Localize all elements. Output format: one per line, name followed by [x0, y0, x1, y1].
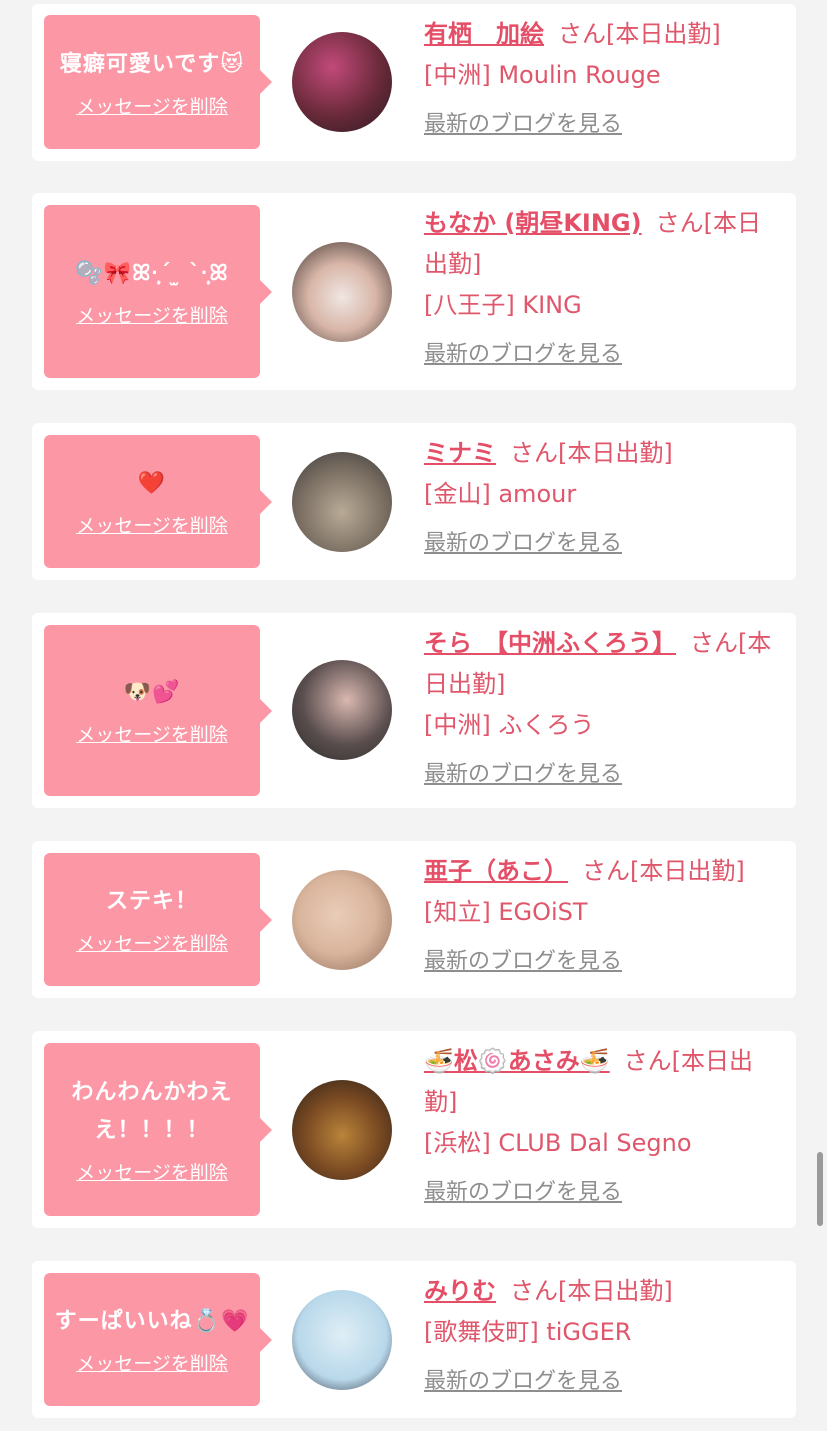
- avatar[interactable]: [292, 870, 392, 970]
- cast-name-link[interactable]: もなか (朝昼KING): [424, 209, 642, 237]
- message-text: 🐶💕: [123, 680, 181, 705]
- cast-status: さん[本日出勤]: [510, 1277, 673, 1305]
- cast-name-link[interactable]: 🍜松🍥あさみ🍜: [424, 1047, 610, 1075]
- cast-info: 亜子（あこ） さん[本日出勤] [知立] EGOiST 最新のブログを見る: [424, 851, 784, 982]
- cast-info: 🍜松🍥あさみ🍜 さん[本日出勤] [浜松] CLUB Dal Segno 最新のブ…: [424, 1041, 784, 1213]
- shop-label: [八王子] KING: [424, 291, 582, 319]
- cast-card: 🫧🎀ꕤ·̩͙ˊ ̫ ˋ·̩͙ꕤ メッセージを削除 もなか (朝昼KING) さん[…: [32, 193, 796, 390]
- message-text: 寝癖可愛いです😻: [59, 51, 245, 77]
- shop-label: [歌舞伎町] tiGGER: [424, 1318, 632, 1346]
- cast-name-link[interactable]: みりむ: [424, 1277, 496, 1305]
- avatar[interactable]: [292, 1290, 392, 1390]
- message-bubble: 寝癖可愛いです😻 メッセージを削除: [44, 15, 272, 149]
- avatar[interactable]: [292, 32, 392, 132]
- message-text: ステキ！: [105, 889, 198, 914]
- cast-info: もなか (朝昼KING) さん[本日出勤] [八王子] KING 最新のブログを見…: [424, 203, 784, 375]
- message-text: わんわんかわええ！！！！: [71, 1080, 233, 1143]
- latest-blog-link[interactable]: 最新のブログを見る: [424, 104, 784, 145]
- latest-blog-link[interactable]: 最新のブログを見る: [424, 941, 784, 982]
- cast-info: そら 【中洲ふくろう】 さん[本日出勤] [中洲] ふくろう 最新のブログを見る: [424, 623, 784, 795]
- avatar[interactable]: [292, 452, 392, 552]
- message-bubble: すーぱいいね💍💗 メッセージを削除: [44, 1273, 272, 1406]
- delete-message-link[interactable]: メッセージを削除: [76, 1349, 228, 1376]
- shop-label: [浜松] CLUB Dal Segno: [424, 1129, 692, 1157]
- latest-blog-link[interactable]: 最新のブログを見る: [424, 1172, 784, 1213]
- cast-name-link[interactable]: ミナミ: [424, 439, 496, 467]
- delete-message-link[interactable]: メッセージを削除: [76, 511, 228, 538]
- cast-card: ❤️ メッセージを削除 ミナミ さん[本日出勤] [金山] amour 最新のブロ…: [32, 423, 796, 580]
- shop-label: [中洲] Moulin Rouge: [424, 61, 661, 89]
- delete-message-link[interactable]: メッセージを削除: [76, 720, 228, 747]
- cast-card: すーぱいいね💍💗 メッセージを削除 みりむ さん[本日出勤] [歌舞伎町] tiG…: [32, 1261, 796, 1418]
- delete-message-link[interactable]: メッセージを削除: [76, 1158, 228, 1185]
- message-bubble: わんわんかわええ！！！！ メッセージを削除: [44, 1043, 272, 1216]
- cast-status: さん[本日出勤]: [510, 439, 673, 467]
- cast-name-link[interactable]: 亜子（あこ）: [424, 857, 568, 885]
- cast-card: わんわんかわええ！！！！ メッセージを削除 🍜松🍥あさみ🍜 さん[本日出勤] [浜…: [32, 1031, 796, 1228]
- message-bubble: 🐶💕 メッセージを削除: [44, 625, 272, 796]
- message-text: 🫧🎀ꕤ·̩͙ˊ ̫ ˋ·̩͙ꕤ: [75, 261, 229, 286]
- avatar[interactable]: [292, 242, 392, 342]
- cast-name-link[interactable]: そら 【中洲ふくろう】: [424, 629, 676, 657]
- message-bubble: ❤️ メッセージを削除: [44, 435, 272, 568]
- delete-message-link[interactable]: メッセージを削除: [76, 301, 228, 328]
- message-bubble: ステキ！ メッセージを削除: [44, 853, 272, 986]
- message-text: ❤️: [137, 471, 167, 496]
- cast-info: ミナミ さん[本日出勤] [金山] amour 最新のブログを見る: [424, 433, 784, 564]
- cast-info: 有栖 加絵 さん[本日出勤] [中洲] Moulin Rouge 最新のブログを見…: [424, 14, 784, 145]
- cast-status: さん[本日出勤]: [582, 857, 745, 885]
- cast-name-link[interactable]: 有栖 加絵: [424, 20, 544, 48]
- latest-blog-link[interactable]: 最新のブログを見る: [424, 523, 784, 564]
- shop-label: [知立] EGOiST: [424, 898, 588, 926]
- cast-card: ステキ！ メッセージを削除 亜子（あこ） さん[本日出勤] [知立] EGOiST…: [32, 841, 796, 998]
- shop-label: [中洲] ふくろう: [424, 711, 595, 739]
- cast-card: 寝癖可愛いです😻 メッセージを削除 有栖 加絵 さん[本日出勤] [中洲] Mou…: [32, 4, 796, 161]
- message-text: すーぱいいね💍💗: [54, 1309, 250, 1334]
- scrollbar[interactable]: [817, 1152, 823, 1226]
- delete-message-link[interactable]: メッセージを削除: [76, 929, 228, 956]
- latest-blog-link[interactable]: 最新のブログを見る: [424, 754, 784, 795]
- avatar[interactable]: [292, 660, 392, 760]
- message-bubble: 🫧🎀ꕤ·̩͙ˊ ̫ ˋ·̩͙ꕤ メッセージを削除: [44, 205, 272, 378]
- avatar[interactable]: [292, 1080, 392, 1180]
- cast-info: みりむ さん[本日出勤] [歌舞伎町] tiGGER 最新のブログを見る: [424, 1271, 784, 1402]
- cast-card: 🐶💕 メッセージを削除 そら 【中洲ふくろう】 さん[本日出勤] [中洲] ふくろ…: [32, 613, 796, 808]
- cast-status: さん[本日出勤]: [558, 20, 721, 48]
- delete-message-link[interactable]: メッセージを削除: [76, 92, 228, 119]
- latest-blog-link[interactable]: 最新のブログを見る: [424, 1361, 784, 1402]
- latest-blog-link[interactable]: 最新のブログを見る: [424, 334, 784, 375]
- shop-label: [金山] amour: [424, 480, 577, 508]
